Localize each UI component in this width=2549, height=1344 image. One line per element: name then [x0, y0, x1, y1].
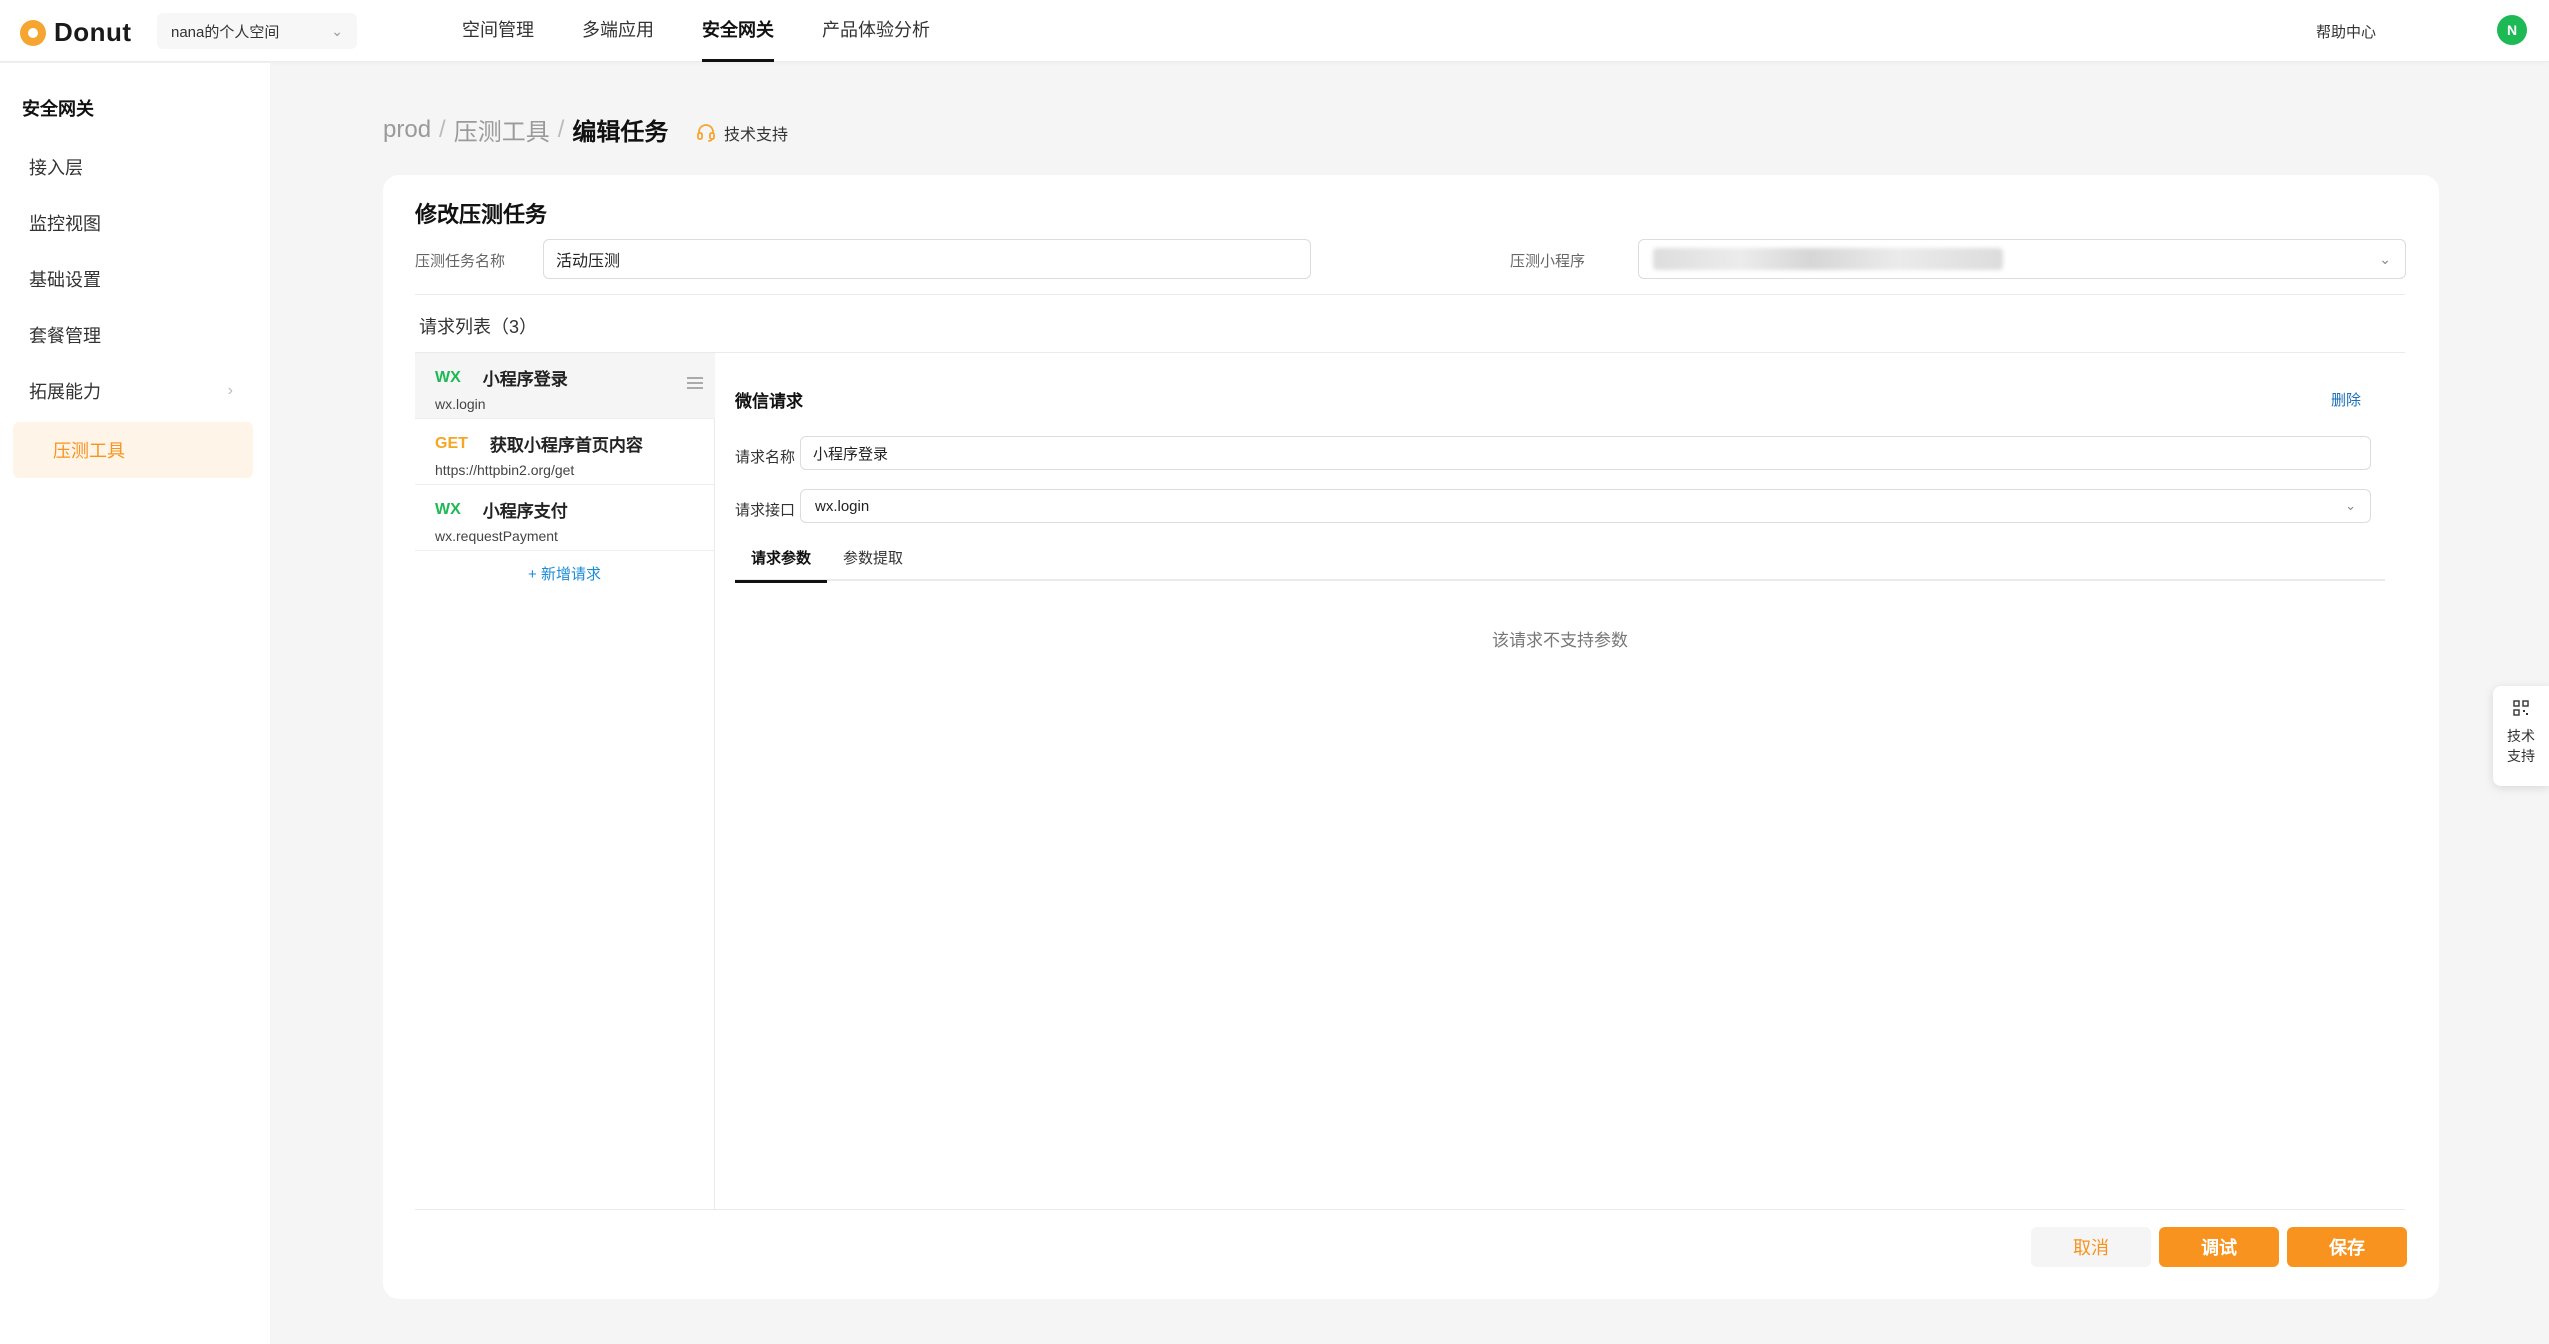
list-item[interactable]: WX 小程序支付 wx.requestPayment — [415, 485, 715, 551]
logo[interactable]: Donut — [20, 17, 132, 48]
request-name-value: 小程序登录 — [813, 445, 889, 463]
main-nav: 空间管理 多端应用 安全网关 产品体验分析 — [462, 0, 978, 62]
workspace-name: nana的个人空间 — [171, 23, 280, 41]
headset-icon — [697, 124, 715, 142]
request-api-value: wx.login — [815, 497, 870, 515]
breadcrumb-stress-tool[interactable]: 压测工具 — [454, 112, 550, 147]
add-request-button[interactable]: + 新增请求 — [415, 563, 714, 584]
save-button[interactable]: 保存 — [2287, 1227, 2407, 1267]
request-endpoint: wx.requestPayment — [435, 528, 558, 544]
nav-multi-platform-apps[interactable]: 多端应用 — [582, 0, 654, 62]
param-tabs: 请求参数 参数提取 — [735, 541, 2385, 583]
chevron-down-icon: ⌄ — [2379, 250, 2391, 267]
tech-support-label: 技术支持 — [724, 127, 789, 144]
breadcrumb-prod[interactable]: prod — [383, 116, 431, 144]
sidebar-item-label: 基础设置 — [29, 270, 101, 290]
request-name: 小程序登录 — [482, 370, 568, 389]
request-name-input[interactable]: 小程序登录 — [800, 436, 2371, 470]
tab-param-extraction[interactable]: 参数提取 — [827, 541, 919, 581]
divider — [415, 1209, 2405, 1210]
nav-product-analytics[interactable]: 产品体验分析 — [822, 0, 930, 62]
sidebar-item-label: 监控视图 — [29, 214, 101, 234]
list-item[interactable]: WX 小程序登录 wx.login — [415, 353, 715, 419]
tech-support-link[interactable]: 技术支持 — [696, 121, 788, 145]
sidebar-item-extensions[interactable]: 拓展能力 › — [13, 363, 253, 419]
empty-state-message: 该请求不支持参数 — [1492, 631, 1628, 650]
float-support-line2: 支持 — [2507, 748, 2535, 764]
sidebar-item-access-layer[interactable]: 接入层 — [13, 139, 253, 195]
drag-handle-icon[interactable] — [687, 377, 703, 389]
request-method: WX — [435, 500, 461, 518]
chevron-down-icon: ⌄ — [2345, 498, 2356, 513]
miniprogram-select[interactable]: ⌄ — [1638, 239, 2406, 279]
request-detail: 微信请求 删除 请求名称 小程序登录 请求接口 wx.login ⌄ 请求参数 … — [715, 353, 2405, 1209]
cancel-button[interactable]: 取消 — [2031, 1227, 2151, 1267]
redacted-value — [1653, 248, 2003, 270]
task-name-input[interactable]: 活动压测 — [543, 239, 1311, 279]
chevron-down-icon: ⌄ — [331, 22, 343, 39]
top-bar: Donut nana的个人空间 ⌄ 空间管理 多端应用 安全网关 产品体验分析 … — [0, 0, 2549, 62]
sidebar-item-basic-settings[interactable]: 基础设置 — [13, 251, 253, 307]
sidebar: 安全网关 接入层 监控视图 基础设置 套餐管理 拓展能力 › 压测工具 — [0, 63, 270, 1344]
sidebar-item-label: 套餐管理 — [29, 326, 101, 346]
sidebar-item-label: 接入层 — [29, 158, 83, 178]
request-method: WX — [435, 368, 461, 386]
miniprogram-label: 压测小程序 — [1510, 253, 1586, 270]
nav-space-management[interactable]: 空间管理 — [462, 0, 534, 62]
sidebar-item-stress-test-tool[interactable]: 压测工具 — [13, 422, 253, 478]
float-support-line1: 技术 — [2507, 728, 2535, 744]
list-item[interactable]: GET 获取小程序首页内容 https://httpbin2.org/get — [415, 419, 715, 485]
breadcrumb: prod / 压测工具 / 编辑任务 — [383, 112, 668, 147]
edit-task-card: 修改压测任务 压测任务名称 活动压测 压测小程序 ⌄ 请求列表（3） WX 小程… — [383, 175, 2439, 1299]
sidebar-title: 安全网关 — [22, 99, 94, 119]
chevron-right-icon: › — [227, 382, 233, 399]
sidebar-item-plan-management[interactable]: 套餐管理 — [13, 307, 253, 363]
request-list: WX 小程序登录 wx.login GET 获取小程序首页内容 https://… — [415, 353, 715, 1209]
task-name-label: 压测任务名称 — [415, 253, 506, 270]
request-list-heading: 请求列表（3） — [419, 317, 538, 337]
tab-request-params[interactable]: 请求参数 — [735, 541, 828, 583]
form-title: 修改压测任务 — [415, 202, 548, 227]
detail-title: 微信请求 — [735, 392, 803, 411]
delete-button[interactable]: 删除 — [2331, 389, 2361, 410]
breadcrumb-current: 编辑任务 — [572, 119, 669, 146]
request-method: GET — [435, 434, 468, 452]
breadcrumb-separator: / — [557, 115, 565, 143]
qrcode-icon — [2513, 700, 2529, 716]
logo-text: Donut — [54, 17, 132, 47]
nav-security-gateway[interactable]: 安全网关 — [702, 0, 774, 62]
avatar[interactable]: N — [2497, 15, 2527, 45]
workspace-select[interactable]: nana的个人空间 ⌄ — [157, 13, 357, 49]
help-center-link[interactable]: 帮助中心 — [2316, 21, 2376, 42]
request-name: 获取小程序首页内容 — [489, 436, 643, 455]
request-name-label: 请求名称 — [735, 449, 796, 466]
sidebar-item-label: 压测工具 — [53, 441, 125, 461]
debug-button[interactable]: 调试 — [2159, 1227, 2279, 1267]
request-endpoint: https://httpbin2.org/get — [435, 462, 575, 478]
sidebar-item-monitoring[interactable]: 监控视图 — [13, 195, 253, 251]
divider — [415, 294, 2405, 295]
task-name-value: 活动压测 — [556, 253, 621, 270]
request-api-select[interactable]: wx.login ⌄ — [800, 489, 2371, 523]
floating-support-button[interactable]: 技术 支持 — [2493, 686, 2549, 786]
sidebar-item-label: 拓展能力 — [29, 382, 101, 402]
donut-logo-icon — [20, 19, 46, 46]
request-api-label: 请求接口 — [735, 502, 796, 519]
request-endpoint: wx.login — [435, 396, 486, 412]
request-name: 小程序支付 — [482, 502, 568, 521]
breadcrumb-separator: / — [439, 115, 446, 143]
